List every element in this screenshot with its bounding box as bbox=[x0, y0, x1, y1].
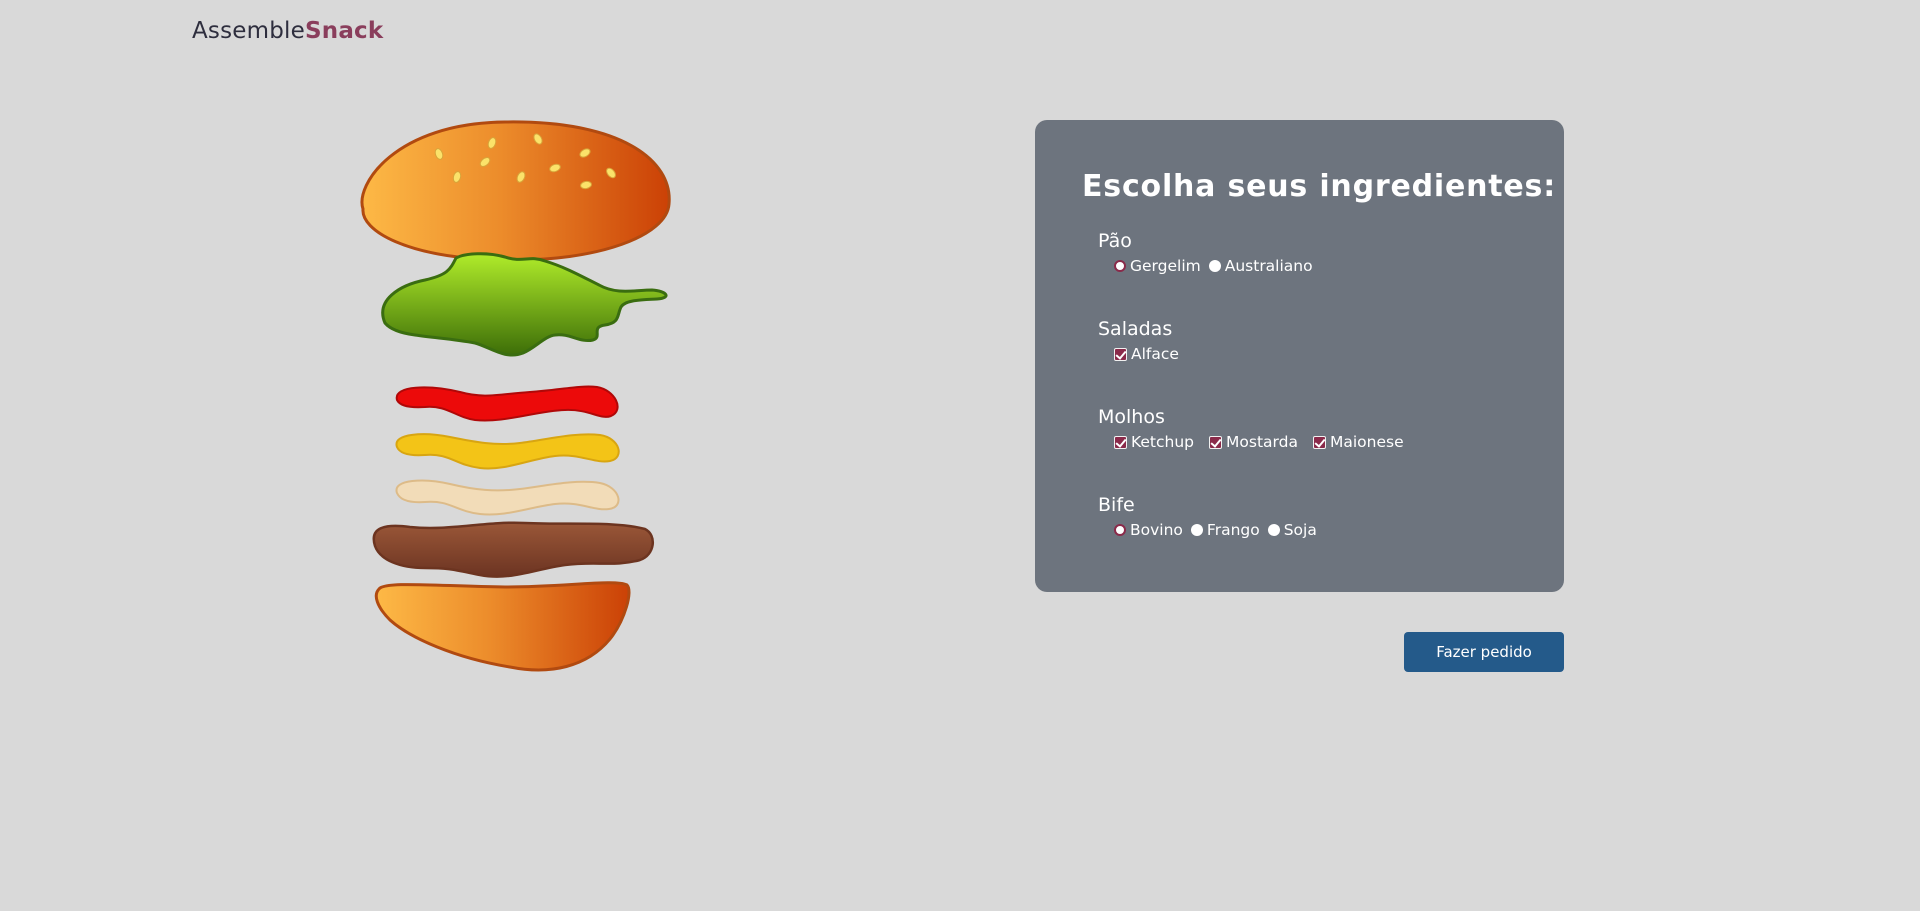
radio-option-soja[interactable]: Soja bbox=[1267, 521, 1317, 539]
burger-illustration bbox=[360, 120, 671, 672]
panel-title: Escolha seus ingredientes: bbox=[1082, 169, 1556, 204]
option-label: Ketchup bbox=[1131, 433, 1195, 451]
group-title-sauces: Molhos bbox=[1098, 406, 1165, 428]
checkbox[interactable] bbox=[1209, 435, 1223, 449]
radio-button[interactable] bbox=[1190, 524, 1203, 536]
option-label: Bovino bbox=[1130, 521, 1183, 539]
option-label: Alface bbox=[1131, 345, 1179, 363]
ingredients-panel: Escolha seus ingredientes: Pão Gergelim … bbox=[1035, 120, 1564, 592]
top-bun bbox=[360, 120, 671, 262]
option-label: Soja bbox=[1283, 521, 1317, 539]
option-label: Gergelim bbox=[1130, 257, 1201, 275]
patty-options: Bovino Frango Soja bbox=[1098, 521, 1325, 539]
checkbox[interactable] bbox=[1114, 347, 1127, 361]
radio-option-australiano[interactable]: Australiano bbox=[1208, 257, 1313, 275]
group-title-bread: Pão bbox=[1098, 230, 1132, 252]
patty bbox=[372, 521, 654, 578]
option-label: Australiano bbox=[1224, 257, 1313, 275]
group-sauces: Molhos Ketchup Mostarda Maionese bbox=[1098, 406, 1419, 451]
group-title-patty: Bife bbox=[1098, 494, 1135, 516]
logo-text-snack: Snack bbox=[305, 18, 384, 44]
radio-option-bovino[interactable]: Bovino bbox=[1114, 521, 1183, 539]
radio-button[interactable] bbox=[1114, 260, 1126, 272]
sauce-options: Ketchup Mostarda Maionese bbox=[1098, 433, 1419, 451]
logo-text-assemble: Assemble bbox=[192, 18, 305, 44]
ketchup-layer bbox=[395, 385, 619, 422]
lettuce bbox=[381, 252, 668, 357]
checkbox-option-maionese[interactable]: Maionese bbox=[1312, 433, 1404, 451]
radio-button[interactable] bbox=[1114, 524, 1126, 536]
option-label: Mostarda bbox=[1226, 433, 1298, 451]
salad-options: Alface bbox=[1098, 345, 1194, 363]
checkbox-option-mostarda[interactable]: Mostarda bbox=[1209, 433, 1298, 451]
group-patty: Bife Bovino Frango Soja bbox=[1098, 494, 1325, 539]
radio-button[interactable] bbox=[1267, 524, 1280, 536]
group-salads: Saladas Alface bbox=[1098, 318, 1194, 363]
checkbox-option-alface[interactable]: Alface bbox=[1114, 345, 1179, 363]
radio-option-frango[interactable]: Frango bbox=[1190, 521, 1260, 539]
option-label: Frango bbox=[1206, 521, 1260, 539]
checkbox-option-ketchup[interactable]: Ketchup bbox=[1114, 433, 1194, 451]
checkbox[interactable] bbox=[1114, 435, 1127, 449]
bottom-bun bbox=[374, 581, 631, 672]
radio-option-gergelim[interactable]: Gergelim bbox=[1114, 257, 1201, 275]
option-label: Maionese bbox=[1329, 433, 1404, 451]
bread-options: Gergelim Australiano bbox=[1098, 257, 1321, 275]
mayonnaise-layer bbox=[395, 479, 620, 516]
checkbox[interactable] bbox=[1312, 435, 1326, 449]
mustard-layer bbox=[395, 433, 620, 470]
group-title-salads: Saladas bbox=[1098, 318, 1173, 340]
radio-button[interactable] bbox=[1208, 260, 1221, 272]
app-logo[interactable]: AssembleSnack bbox=[192, 18, 383, 44]
place-order-button[interactable]: Fazer pedido bbox=[1404, 632, 1564, 672]
group-bread: Pão Gergelim Australiano bbox=[1098, 230, 1321, 275]
